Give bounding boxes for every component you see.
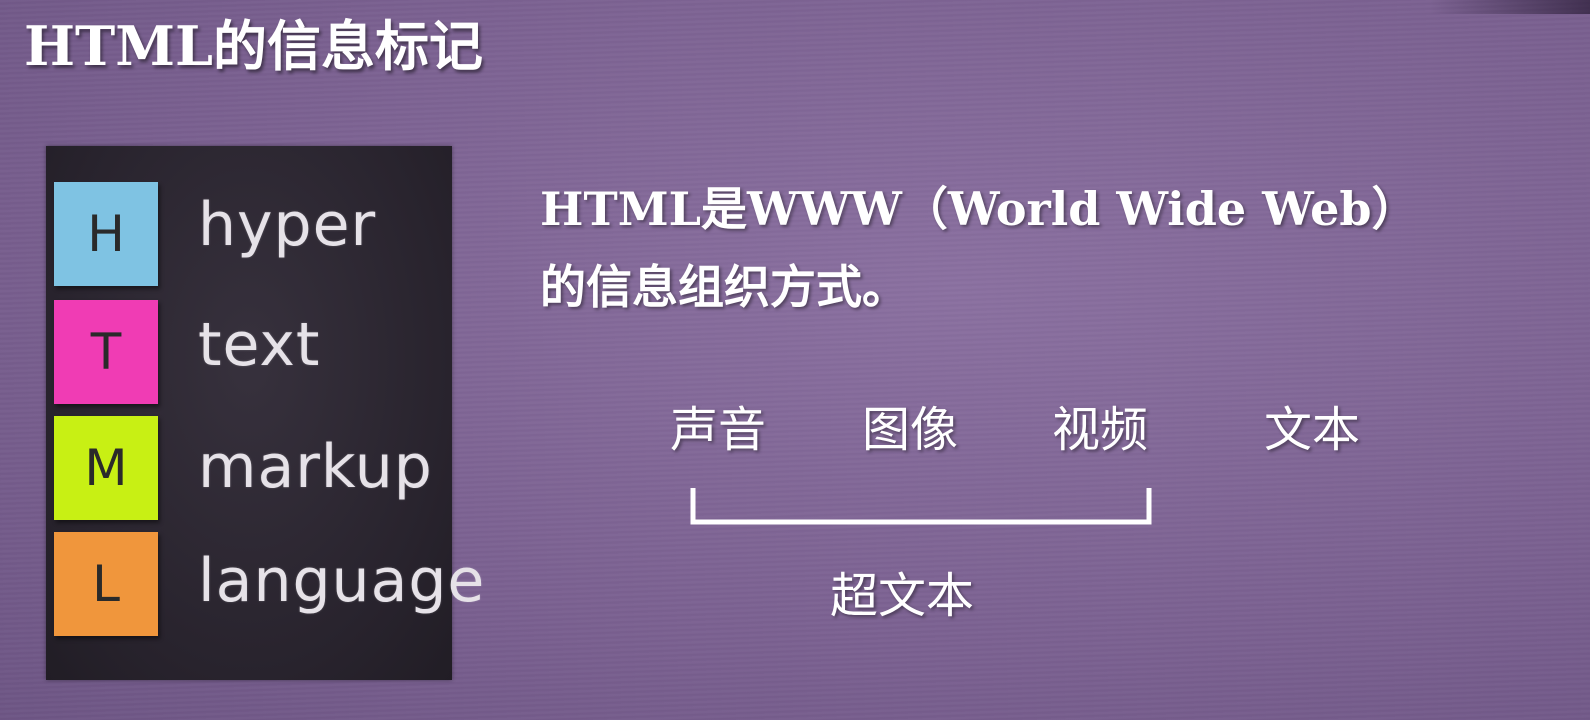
sticky-note-h: H xyxy=(54,182,158,286)
chalk-word-markup: markup xyxy=(198,432,433,502)
media-sound: 声音 xyxy=(670,402,767,458)
sticky-note-l: L xyxy=(54,532,158,636)
hypertext-label: 超文本 xyxy=(830,568,975,624)
chalk-word-language: language xyxy=(198,546,486,616)
chalk-word-hyper: hyper xyxy=(198,190,377,260)
hypertext-bracket xyxy=(690,488,1152,525)
sticky-note-t: T xyxy=(54,300,158,404)
html-definition: HTML是WWW（World Wide Web） 的信息组织方式。 xyxy=(540,170,1540,326)
sticky-note-m: M xyxy=(54,416,158,520)
note-letter-t: T xyxy=(90,323,122,381)
chalk-word-text: text xyxy=(198,310,321,380)
note-letter-h: H xyxy=(87,205,125,263)
media-video: 视频 xyxy=(1052,402,1149,458)
corner-shadow xyxy=(1430,0,1590,14)
slide-title: HTML的信息标记 xyxy=(24,14,483,78)
note-letter-l: L xyxy=(92,555,120,613)
definition-line-2: 的信息组织方式。 xyxy=(540,260,908,314)
media-image: 图像 xyxy=(862,402,959,458)
definition-line-1: HTML是WWW（World Wide Web） xyxy=(540,182,1418,236)
html-chalkboard-image: H hyper T text M markup L language xyxy=(46,146,484,680)
note-letter-m: M xyxy=(84,439,128,497)
media-text: 文本 xyxy=(1264,402,1361,458)
